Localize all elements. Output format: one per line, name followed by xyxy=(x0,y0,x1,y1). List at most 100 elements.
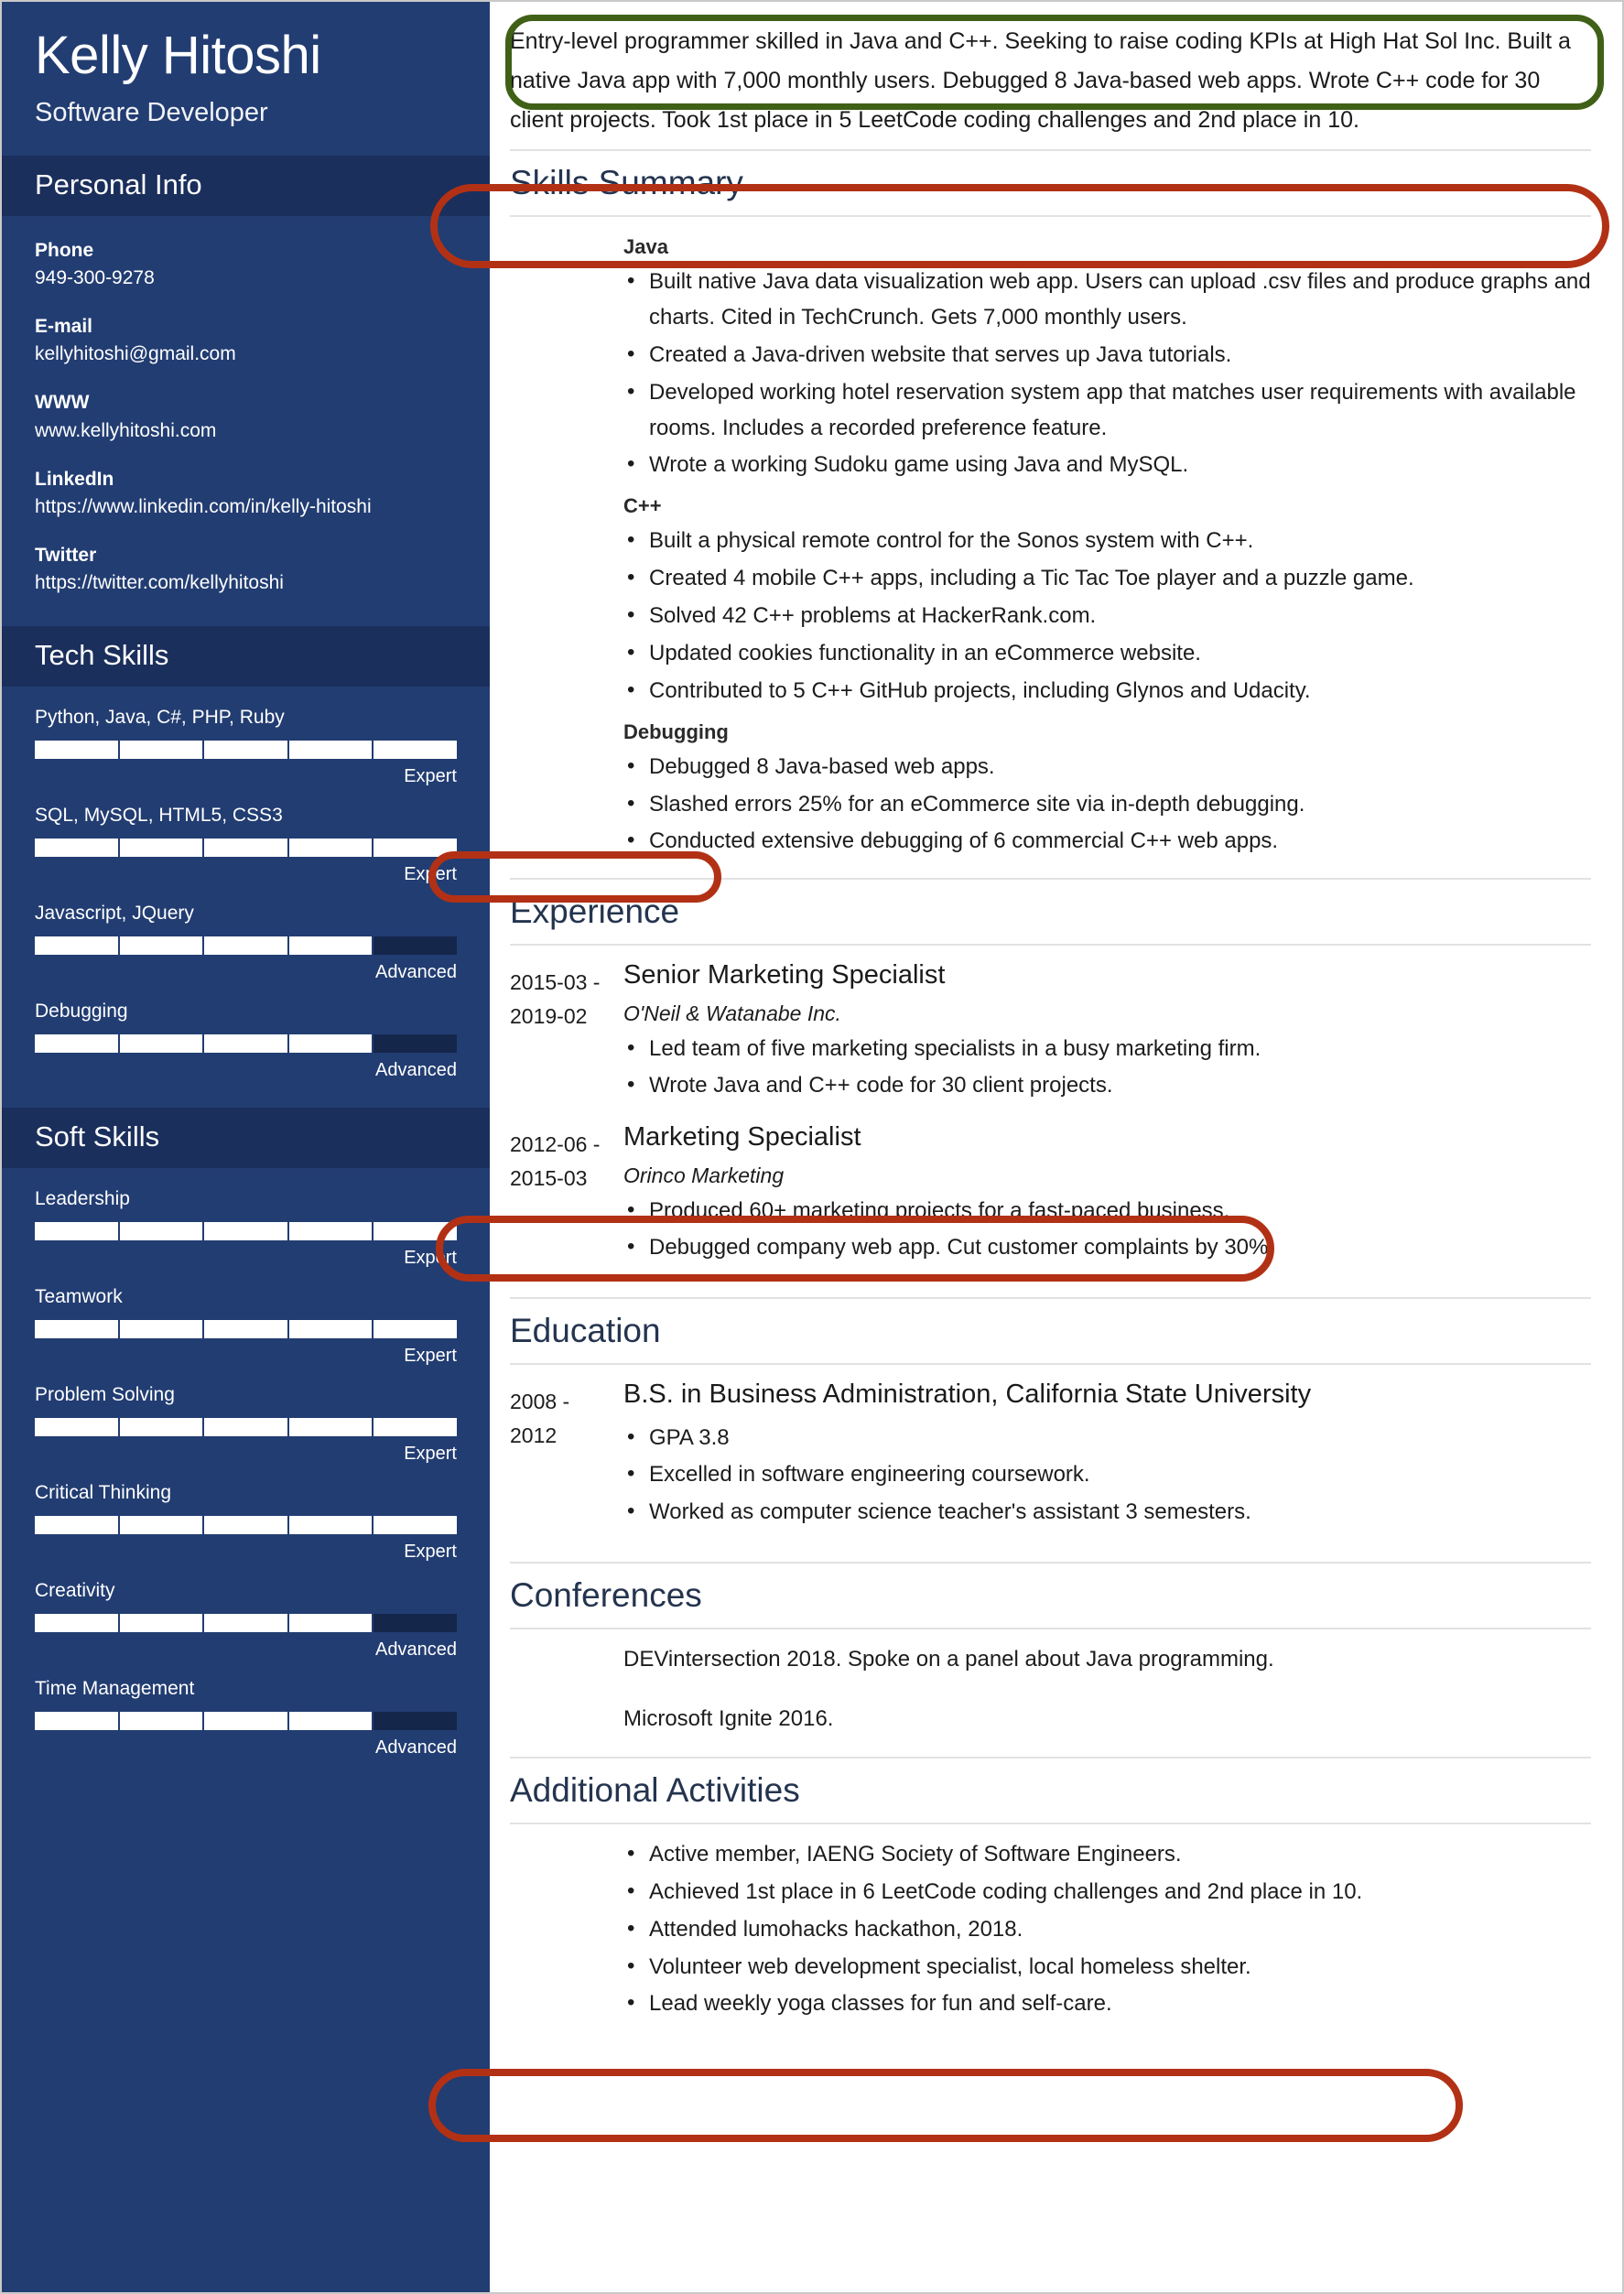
section-heading: Skills Summary xyxy=(510,149,1591,217)
bar-segment xyxy=(204,1418,289,1437)
list-item: Led team of five marketing specialists i… xyxy=(623,1031,1591,1067)
bar-segment xyxy=(119,1516,205,1535)
bar-segment xyxy=(35,1034,120,1054)
entry-main: Senior Marketing Specialist O'Neil & Wat… xyxy=(623,958,1591,1108)
contact-label: E-mail xyxy=(35,315,93,337)
soft-skills-body: Leadership Expert Teamwork Expert Proble… xyxy=(2,1168,490,1785)
bar-segment xyxy=(35,1516,120,1535)
bar-segment xyxy=(119,1034,205,1054)
skill-level-label: Expert xyxy=(404,766,457,787)
entry-job-title: Senior Marketing Specialist xyxy=(623,960,946,990)
section-education: Education 2008 -2012 B.S. in Business Ad… xyxy=(510,1297,1591,1562)
skill-group-list-debugging: Debugged 8 Java-based web apps. Slashed … xyxy=(623,749,1591,860)
candidate-name: Kelly Hitoshi xyxy=(35,26,321,85)
list-item: Wrote Java and C++ code for 30 client pr… xyxy=(623,1067,1591,1104)
skill-progress-bar xyxy=(35,839,457,858)
bar-segment xyxy=(35,1418,120,1437)
list-item: Solved 42 C++ problems at HackerRank.com… xyxy=(623,598,1591,634)
bar-segment xyxy=(288,936,374,956)
skill-level-label: Expert xyxy=(404,1346,457,1367)
bar-segment xyxy=(204,741,289,760)
bar-segment xyxy=(119,1418,205,1437)
section-heading: Conferences xyxy=(510,1562,1591,1630)
bar-segment xyxy=(374,839,457,858)
bar-segment xyxy=(374,1516,457,1535)
contact-item-phone: Phone 949-300-9278 xyxy=(35,236,457,292)
skill-level-label: Advanced xyxy=(375,1060,457,1081)
list-item: Updated cookies functionality in an eCom… xyxy=(623,635,1591,672)
contact-item-email: E-mail kellyhitoshi@gmail.com xyxy=(35,312,457,368)
main-content: Entry-level programmer skilled in Java a… xyxy=(490,2,1622,2292)
section-heading: Additional Activities xyxy=(510,1756,1591,1824)
bar-segment xyxy=(35,839,120,858)
experience-entry: 2015-03 -2019-02 Senior Marketing Specia… xyxy=(510,958,1591,1108)
contact-value[interactable]: https://www.linkedin.com/in/kelly-hitosh… xyxy=(35,493,457,521)
professional-summary: Entry-level programmer skilled in Java a… xyxy=(510,28,1571,133)
skill-progress-bar xyxy=(35,936,457,956)
list-item: Produced 60+ marketing projects for a fa… xyxy=(623,1193,1591,1229)
contact-label: LinkedIn xyxy=(35,468,114,490)
list-item: Created a Java-driven website that serve… xyxy=(623,337,1591,373)
list-item: GPA 3.8 xyxy=(623,1420,1591,1456)
bar-segment xyxy=(288,1418,374,1437)
skill-name: Leadership xyxy=(35,1188,130,1210)
skill-progress-bar xyxy=(35,1712,457,1731)
skill-level-label: Expert xyxy=(404,1444,457,1465)
section-title-soft-skills: Soft Skills xyxy=(2,1108,490,1169)
skill-name: Creativity xyxy=(35,1580,115,1602)
bar-segment xyxy=(374,1222,457,1241)
contact-label: Phone xyxy=(35,239,94,261)
list-item: Built native Java data visualization web… xyxy=(623,264,1591,336)
section-conferences: Conferences DEVintersection 2018. Spoke … xyxy=(510,1562,1591,1757)
bar-segment xyxy=(288,1222,374,1241)
education-entry: 2008 -2012 B.S. in Business Administrati… xyxy=(510,1378,1591,1534)
list-item: Wrote a working Sudoku game using Java a… xyxy=(623,447,1591,483)
skill-progress-bar xyxy=(35,741,457,760)
bar-segment xyxy=(374,936,457,956)
bar-segment xyxy=(288,741,374,760)
sidebar-header: Kelly Hitoshi Software Developer xyxy=(2,2,490,156)
contact-value[interactable]: kellyhitoshi@gmail.com xyxy=(35,341,457,368)
bar-segment xyxy=(288,839,374,858)
skill-level-label: Expert xyxy=(404,864,457,885)
skill-group-heading-java: Java xyxy=(623,235,668,258)
skill-progress-bar xyxy=(35,1222,457,1241)
bar-segment xyxy=(35,1320,120,1339)
bar-segment xyxy=(374,741,457,760)
bar-segment xyxy=(35,741,120,760)
skill-name: Javascript, JQuery xyxy=(35,903,194,925)
bar-segment xyxy=(35,1614,120,1633)
section-additional-activities: Additional Activities Active member, IAE… xyxy=(510,1756,1591,2040)
contact-item-www: WWW www.kellyhitoshi.com xyxy=(35,388,457,444)
bar-segment xyxy=(204,1516,289,1535)
list-item: Worked as computer science teacher's ass… xyxy=(623,1494,1591,1531)
skill-group-list-cpp: Built a physical remote control for the … xyxy=(623,523,1591,709)
list-item: Volunteer web development specialist, lo… xyxy=(623,1949,1591,1986)
entry-bullet-list: Led team of five marketing specialists i… xyxy=(623,1031,1591,1105)
skill-row: SQL, MySQL, HTML5, CSS3 Expert xyxy=(35,805,457,885)
bar-segment xyxy=(204,839,289,858)
entry-organization: O'Neil & Watanabe Inc. xyxy=(623,1001,841,1025)
section-body: Active member, IAENG Society of Software… xyxy=(510,1824,1591,2040)
skill-level-label: Advanced xyxy=(375,962,457,983)
list-item: Attended lumohacks hackathon, 2018. xyxy=(623,1911,1591,1948)
section-skills-summary: Skills Summary Java Built native Java da… xyxy=(510,149,1591,878)
bar-segment xyxy=(374,1418,457,1437)
skill-progress-bar xyxy=(35,1516,457,1535)
bar-segment xyxy=(288,1712,374,1731)
list-item: Slashed errors 25% for an eCommerce site… xyxy=(623,786,1591,823)
contact-value[interactable]: www.kellyhitoshi.com xyxy=(35,417,457,445)
list-item: Developed working hotel reservation syst… xyxy=(623,374,1591,447)
contact-value[interactable]: https://twitter.com/kellyhitoshi xyxy=(35,569,457,597)
section-heading: Experience xyxy=(510,878,1591,947)
entry-organization: Orinco Marketing xyxy=(623,1163,785,1187)
contact-value[interactable]: 949-300-9278 xyxy=(35,265,457,292)
conference-item: Microsoft Ignite 2016. xyxy=(623,1705,834,1731)
bar-segment xyxy=(119,1614,205,1633)
bar-segment xyxy=(288,1516,374,1535)
list-item: Debugged 8 Java-based web apps. xyxy=(623,749,1591,785)
candidate-role: Software Developer xyxy=(35,97,268,127)
entry-degree-title: B.S. in Business Administration, Califor… xyxy=(623,1380,1312,1410)
bar-segment xyxy=(119,936,205,956)
list-item: Created 4 mobile C++ apps, including a T… xyxy=(623,560,1591,597)
